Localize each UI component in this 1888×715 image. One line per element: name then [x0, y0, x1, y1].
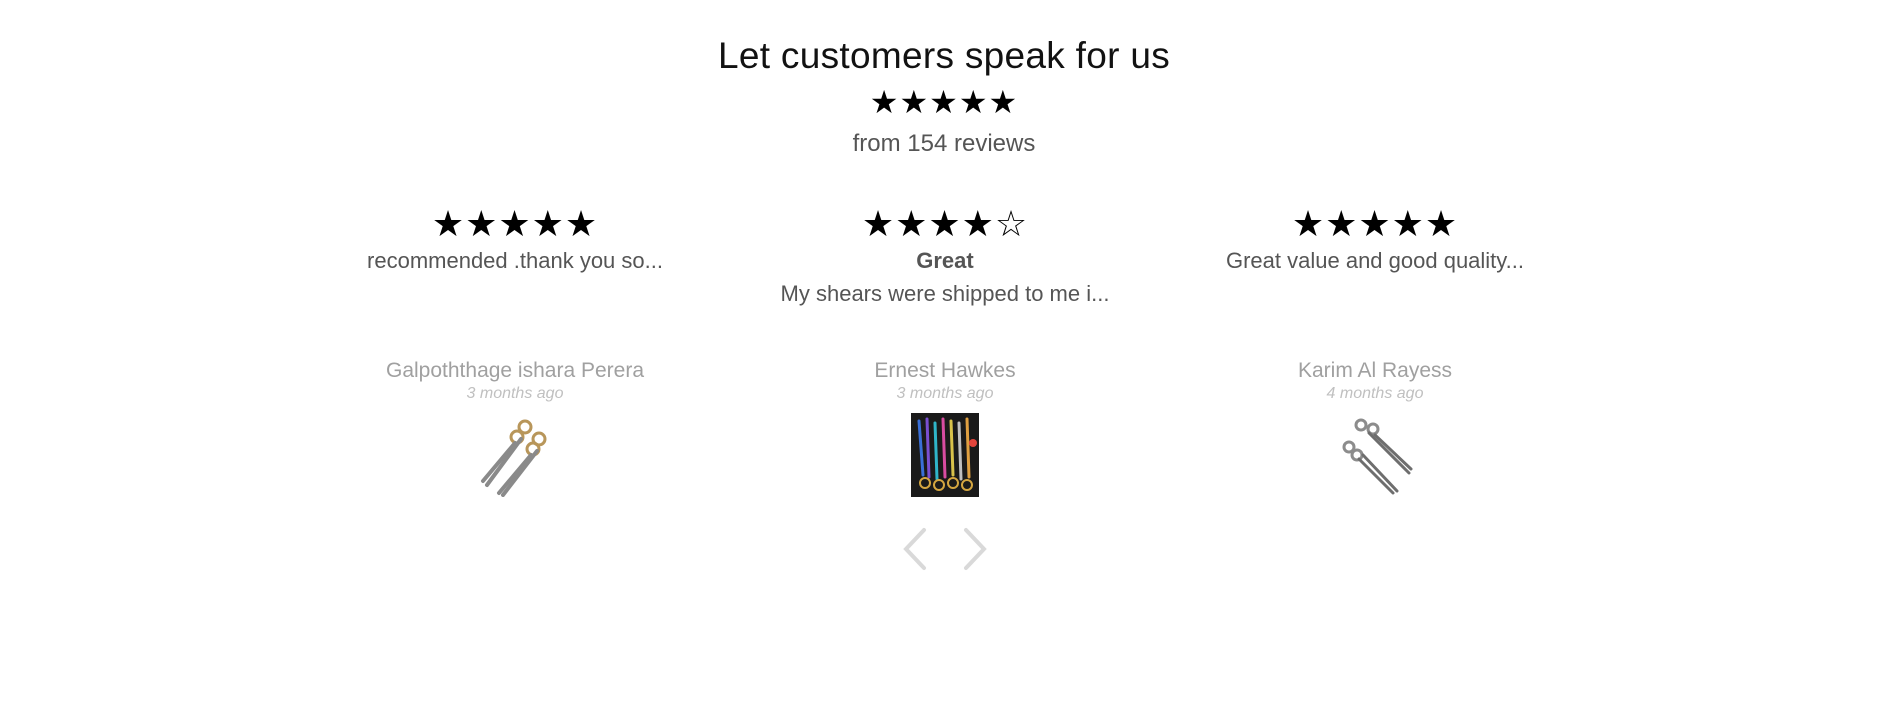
review-title: Great [916, 248, 974, 273]
reviewer-name: Galpoththage ishara Perera [386, 359, 644, 382]
reviewer-name: Karim Al Rayess [1297, 359, 1453, 382]
review-star-rating: ★★★★★ [1291, 203, 1459, 244]
next-button[interactable] [954, 524, 994, 574]
chevron-left-icon [903, 528, 926, 570]
review-card[interactable]: ★★★★★ Great value and good quality... Ka… [1160, 200, 1590, 510]
review-date: 4 months ago [1326, 385, 1424, 402]
review-date: 3 months ago [466, 385, 564, 402]
review-count[interactable]: from 154 reviews [0, 128, 1888, 160]
review-star-rating: ★★★★★ [431, 203, 599, 244]
section-heading: Let customers speak for us [718, 35, 1170, 76]
review-body: Great value and good quality... [1225, 248, 1525, 273]
prev-button[interactable] [896, 524, 936, 574]
gold-scissors-icon[interactable] [473, 413, 557, 497]
review-date: 3 months ago [896, 385, 994, 402]
review-star-rating: ★★★★☆ [861, 203, 1029, 244]
colorful-shears-photo[interactable] [903, 413, 987, 497]
silver-scissors-icon[interactable] [1333, 413, 1417, 497]
reviews-section: Let customers speak for us ★★★★★ from 15… [0, 0, 1888, 715]
chevron-right-icon [964, 528, 987, 570]
review-card[interactable]: ★★★★★ recommended .thank you so... Galpo… [300, 200, 730, 510]
summary-star-rating: ★★★★★ [869, 84, 1019, 120]
review-body: My shears were shipped to me i... [780, 281, 1110, 306]
review-card[interactable]: ★★★★☆ Great My shears were shipped to me… [730, 200, 1160, 510]
review-body: recommended .thank you so... [367, 248, 663, 273]
reviewer-name: Ernest Hawkes [874, 359, 1016, 382]
reviews-carousel: ★★★★★ recommended .thank you so... Galpo… [300, 200, 1590, 510]
